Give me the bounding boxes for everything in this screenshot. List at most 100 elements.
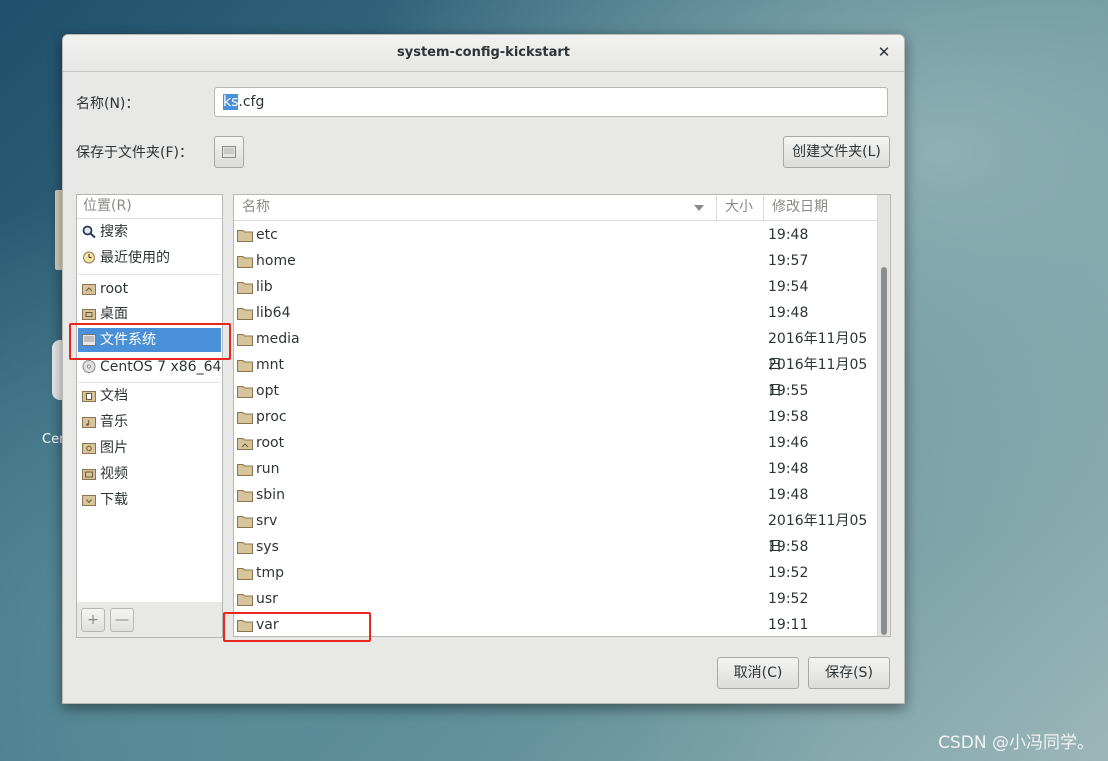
place-root[interactable]: root xyxy=(78,277,221,301)
file-row-lib64[interactable]: lib64 19:48 xyxy=(234,300,878,326)
file-row-usr[interactable]: usr 19:52 xyxy=(234,586,878,612)
file-name: lib xyxy=(256,279,273,295)
file-row-lib[interactable]: lib 19:54 xyxy=(234,274,878,300)
home-folder-icon xyxy=(237,438,253,450)
videos-folder-icon xyxy=(82,469,96,480)
documents-folder-icon xyxy=(82,391,96,402)
file-row-var[interactable]: var 19:11 xyxy=(234,612,878,636)
home-folder-icon xyxy=(82,284,96,295)
file-name: home xyxy=(256,253,296,269)
column-modified[interactable]: 修改日期 xyxy=(764,195,878,220)
place-cdrom[interactable]: CentOS 7 x86_64 xyxy=(78,355,221,379)
file-row-home[interactable]: home 19:57 xyxy=(234,248,878,274)
filesystem-icon xyxy=(222,146,236,158)
folder-icon xyxy=(237,542,253,554)
file-name: proc xyxy=(256,409,287,425)
place-label: 下载 xyxy=(100,492,128,508)
place-label: 文档 xyxy=(100,388,128,404)
column-name[interactable]: 名称 xyxy=(234,195,717,220)
file-row-srv[interactable]: srv 2016年11月05日 xyxy=(234,508,878,555)
place-documents[interactable]: 文档 xyxy=(78,384,221,408)
file-modified: 19:11 xyxy=(768,617,809,633)
place-downloads[interactable]: 下载 xyxy=(78,488,221,512)
file-row-etc[interactable]: etc 19:48 xyxy=(234,222,878,248)
create-folder-button[interactable]: 创建文件夹(L) xyxy=(783,136,890,168)
file-row-media[interactable]: media 2016年11月05日 xyxy=(234,326,878,373)
file-name: run xyxy=(256,461,280,477)
file-row-sbin[interactable]: sbin 19:48 xyxy=(234,482,878,508)
save-in-label: 保存于文件夹(F)： xyxy=(76,145,193,161)
file-name: mnt xyxy=(256,357,284,373)
file-modified: 19:48 xyxy=(768,227,809,243)
file-list-header: 名称 大小 修改日期 xyxy=(234,195,878,221)
file-name: sys xyxy=(256,539,279,555)
file-name: var xyxy=(256,617,279,633)
file-name: sbin xyxy=(256,487,285,503)
places-header: 位置(R) xyxy=(77,195,222,219)
folder-icon xyxy=(237,308,253,320)
place-label: 视频 xyxy=(100,466,128,482)
file-row-sys[interactable]: sys 19:58 xyxy=(234,534,878,560)
file-modified: 19:58 xyxy=(768,409,809,425)
folder-icon xyxy=(237,230,253,242)
add-bookmark-button[interactable]: + xyxy=(81,608,105,632)
music-folder-icon xyxy=(82,417,96,428)
file-row-root[interactable]: root 19:46 xyxy=(234,430,878,456)
folder-icon xyxy=(237,516,253,528)
folder-icon xyxy=(237,464,253,476)
window-title: system-config-kickstart xyxy=(397,45,570,60)
filename-rest-text: .cfg xyxy=(238,94,265,110)
file-name: root xyxy=(256,435,285,451)
remove-bookmark-button[interactable]: — xyxy=(110,608,134,632)
file-name: srv xyxy=(256,513,278,529)
titlebar: system-config-kickstart ✕ xyxy=(63,35,904,72)
search-icon xyxy=(82,225,96,238)
folder-icon xyxy=(237,490,253,502)
place-label: 桌面 xyxy=(100,306,128,322)
scrollbar-thumb[interactable] xyxy=(881,267,887,635)
folder-icon xyxy=(237,412,253,424)
places-sidebar: 位置(R) 搜索 最近使用的 root 桌面 文件系统 CentOS 7 x86… xyxy=(76,194,223,637)
file-row-mnt[interactable]: mnt 2016年11月05日 xyxy=(234,352,878,399)
downloads-folder-icon xyxy=(82,495,96,506)
place-label: 图片 xyxy=(100,440,128,456)
folder-icon xyxy=(237,386,253,398)
place-recent[interactable]: 最近使用的 xyxy=(78,246,221,270)
place-label: 搜索 xyxy=(100,224,128,240)
file-modified: 19:48 xyxy=(768,305,809,321)
place-label: 音乐 xyxy=(100,414,128,430)
file-modified: 19:58 xyxy=(768,539,809,555)
place-label: root xyxy=(100,281,129,297)
places-toolbar: + — xyxy=(76,602,223,638)
place-search[interactable]: 搜索 xyxy=(78,220,221,244)
recent-icon xyxy=(83,251,95,264)
file-row-tmp[interactable]: tmp 19:52 xyxy=(234,560,878,586)
path-root-button[interactable] xyxy=(214,136,244,168)
separator xyxy=(78,382,221,383)
file-modified: 19:54 xyxy=(768,279,809,295)
file-row-proc[interactable]: proc 19:58 xyxy=(234,404,878,430)
file-name: media xyxy=(256,331,300,347)
scrollbar[interactable] xyxy=(877,195,890,636)
file-modified: 19:55 xyxy=(768,383,809,399)
filename-input[interactable]: ks.cfg xyxy=(214,87,888,117)
place-music[interactable]: 音乐 xyxy=(78,410,221,434)
file-row-run[interactable]: run 19:48 xyxy=(234,456,878,482)
place-filesystem[interactable]: 文件系统 xyxy=(78,328,221,352)
column-size[interactable]: 大小 xyxy=(717,195,764,220)
folder-icon xyxy=(237,360,253,372)
save-button[interactable]: 保存(S) xyxy=(808,657,890,689)
place-videos[interactable]: 视频 xyxy=(78,462,221,486)
cancel-button[interactable]: 取消(C) xyxy=(717,657,799,689)
pictures-folder-icon xyxy=(82,443,96,454)
file-name: tmp xyxy=(256,565,285,581)
filename-selected-text: ks xyxy=(223,94,239,110)
folder-icon xyxy=(237,334,253,346)
place-desktop[interactable]: 桌面 xyxy=(78,302,221,326)
place-pictures[interactable]: 图片 xyxy=(78,436,221,460)
file-row-opt[interactable]: opt 19:55 xyxy=(234,378,878,404)
file-name: opt xyxy=(256,383,279,399)
name-label: 名称(N)： xyxy=(76,96,140,112)
watermark: CSDN @小冯同学。 xyxy=(938,733,1094,753)
close-icon[interactable]: ✕ xyxy=(874,42,894,62)
